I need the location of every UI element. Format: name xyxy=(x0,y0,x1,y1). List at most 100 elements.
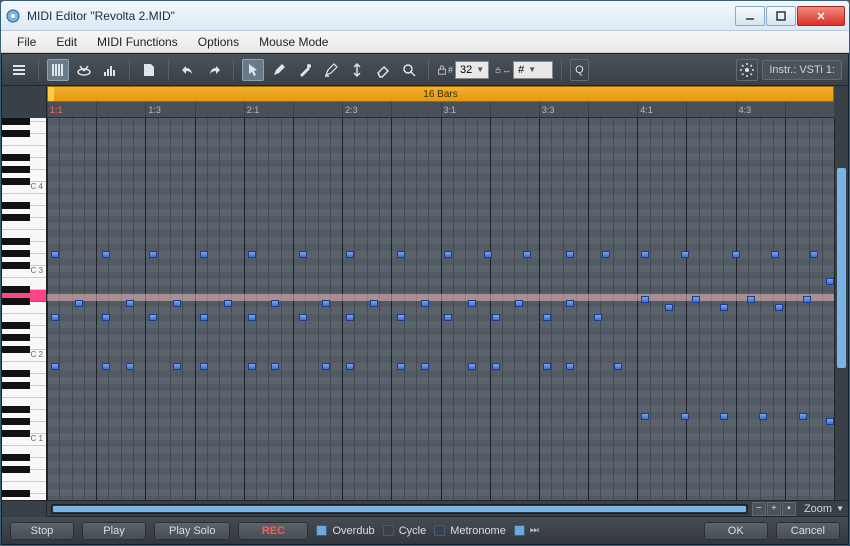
pointer-tool-icon[interactable] xyxy=(242,59,264,81)
midi-note[interactable] xyxy=(397,314,405,321)
midi-note[interactable] xyxy=(641,251,649,258)
midi-note[interactable] xyxy=(732,251,740,258)
midi-note[interactable] xyxy=(173,363,181,370)
quantize-apply-button[interactable]: Q xyxy=(570,59,589,81)
note-grid[interactable] xyxy=(47,118,834,500)
metronome-checkbox[interactable]: Metronome xyxy=(434,525,506,537)
midi-note[interactable] xyxy=(775,304,783,311)
event-list-icon[interactable] xyxy=(8,59,30,81)
midi-note[interactable] xyxy=(126,363,134,370)
midi-note[interactable] xyxy=(566,251,574,258)
ok-button[interactable]: OK xyxy=(704,522,768,540)
midi-note[interactable] xyxy=(102,251,110,258)
midi-note[interactable] xyxy=(421,363,429,370)
cancel-button[interactable]: Cancel xyxy=(776,522,840,540)
new-file-icon[interactable] xyxy=(138,59,160,81)
midi-note[interactable] xyxy=(692,296,700,303)
zoom-menu[interactable]: Zoom▼ xyxy=(804,503,844,515)
midi-note[interactable] xyxy=(720,413,728,420)
region-bar[interactable]: 16 Bars xyxy=(47,86,834,102)
midi-note[interactable] xyxy=(484,251,492,258)
menu-mouse-mode[interactable]: Mouse Mode xyxy=(251,33,336,51)
midi-note[interactable] xyxy=(492,363,500,370)
midi-note[interactable] xyxy=(126,300,134,307)
midi-note[interactable] xyxy=(102,363,110,370)
drumstick-tool-icon[interactable] xyxy=(294,59,316,81)
midi-note[interactable] xyxy=(803,296,811,303)
goto-end-toggle[interactable]: ⏭ xyxy=(514,525,539,536)
midi-note[interactable] xyxy=(810,251,818,258)
quantize-select[interactable]: 32▼ xyxy=(455,61,489,79)
piano-keyboard[interactable]: C 4C 3C 2C 1 xyxy=(2,118,47,500)
magnify-tool-icon[interactable] xyxy=(398,59,420,81)
velocity-view-icon[interactable] xyxy=(99,59,121,81)
midi-note[interactable] xyxy=(720,304,728,311)
midi-note[interactable] xyxy=(614,363,622,370)
midi-note[interactable] xyxy=(826,278,834,285)
close-button[interactable] xyxy=(797,6,845,26)
midi-note[interactable] xyxy=(468,300,476,307)
midi-note[interactable] xyxy=(200,251,208,258)
midi-note[interactable] xyxy=(523,251,531,258)
midi-note[interactable] xyxy=(602,251,610,258)
midi-note[interactable] xyxy=(102,314,110,321)
midi-note[interactable] xyxy=(515,300,523,307)
midi-note[interactable] xyxy=(665,304,673,311)
midi-note[interactable] xyxy=(566,300,574,307)
cycle-checkbox[interactable]: Cycle xyxy=(383,525,427,537)
midi-note[interactable] xyxy=(51,363,59,370)
midi-note[interactable] xyxy=(641,296,649,303)
midi-note[interactable] xyxy=(346,363,354,370)
midi-note[interactable] xyxy=(444,251,452,258)
midi-note[interactable] xyxy=(759,413,767,420)
length-select[interactable]: #▼ xyxy=(513,61,553,79)
instrument-button[interactable]: Instr.: VSTi 1: xyxy=(762,60,842,80)
time-ruler[interactable]: 1:11:32:12:33:13:34:14:3 xyxy=(47,102,834,118)
horizontal-scrollbar-thumb[interactable] xyxy=(53,506,746,512)
midi-note[interactable] xyxy=(248,363,256,370)
midi-note[interactable] xyxy=(826,418,834,425)
midi-note[interactable] xyxy=(641,413,649,420)
split-tool-icon[interactable] xyxy=(346,59,368,81)
midi-note[interactable] xyxy=(75,300,83,307)
pattern-draw-tool-icon[interactable] xyxy=(320,59,342,81)
midi-note[interactable] xyxy=(149,251,157,258)
midi-note[interactable] xyxy=(322,363,330,370)
midi-note[interactable] xyxy=(299,314,307,321)
midi-note[interactable] xyxy=(346,251,354,258)
draw-tool-icon[interactable] xyxy=(268,59,290,81)
midi-note[interactable] xyxy=(444,314,452,321)
midi-note[interactable] xyxy=(421,300,429,307)
play-button[interactable]: Play xyxy=(82,522,146,540)
midi-note[interactable] xyxy=(799,413,807,420)
midi-note[interactable] xyxy=(681,251,689,258)
midi-note[interactable] xyxy=(200,314,208,321)
zoom-fit-button[interactable]: ▪ xyxy=(782,502,796,516)
length-lock-icon[interactable]: ↔ xyxy=(495,62,511,78)
undo-icon[interactable] xyxy=(177,59,199,81)
menu-options[interactable]: Options xyxy=(190,33,247,51)
menu-file[interactable]: File xyxy=(9,33,44,51)
menu-edit[interactable]: Edit xyxy=(48,33,85,51)
midi-note[interactable] xyxy=(397,251,405,258)
overdub-checkbox[interactable]: Overdub xyxy=(316,525,374,537)
midi-note[interactable] xyxy=(594,314,602,321)
zoom-in-button[interactable]: + xyxy=(767,502,781,516)
midi-note[interactable] xyxy=(370,300,378,307)
midi-note[interactable] xyxy=(200,363,208,370)
horizontal-scrollbar[interactable] xyxy=(51,504,748,514)
midi-note[interactable] xyxy=(51,251,59,258)
midi-note[interactable] xyxy=(543,363,551,370)
midi-note[interactable] xyxy=(468,363,476,370)
midi-note[interactable] xyxy=(248,251,256,258)
maximize-button[interactable] xyxy=(766,6,796,26)
midi-note[interactable] xyxy=(224,300,232,307)
piano-roll-icon[interactable] xyxy=(47,59,69,81)
stop-button[interactable]: Stop xyxy=(10,522,74,540)
play-solo-button[interactable]: Play Solo xyxy=(154,522,230,540)
midi-note[interactable] xyxy=(271,363,279,370)
midi-note[interactable] xyxy=(299,251,307,258)
vertical-scrollbar[interactable] xyxy=(834,118,848,500)
drum-editor-icon[interactable] xyxy=(73,59,95,81)
midi-note[interactable] xyxy=(149,314,157,321)
